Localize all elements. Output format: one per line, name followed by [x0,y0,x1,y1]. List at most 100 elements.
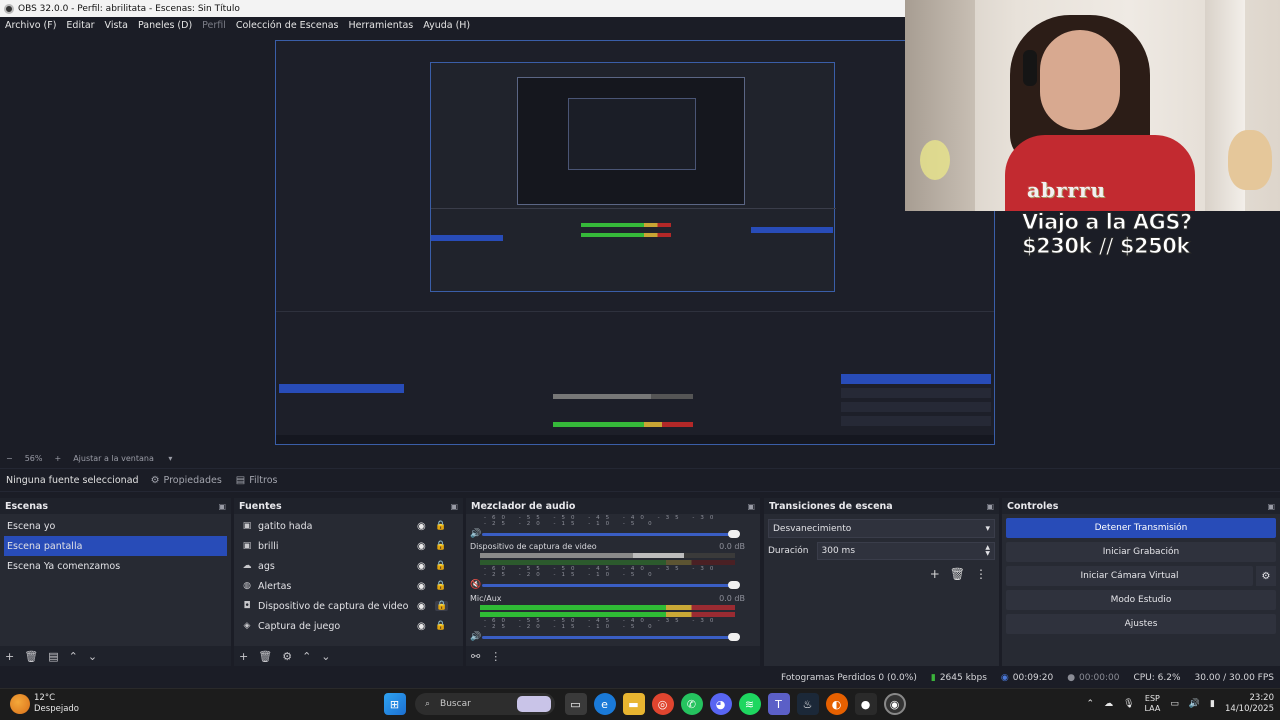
whatsapp-icon[interactable]: ✆ [680,693,703,715]
menu-ayuda[interactable]: Ayuda (H) [423,20,470,31]
speaker-icon[interactable]: 🔊 [470,632,482,642]
battery-icon[interactable]: ▮ [1210,699,1215,709]
filters-button[interactable]: ▤ Filtros [236,475,278,486]
scenes-title: Escenas [5,500,49,512]
firefox-icon[interactable]: ◐ [825,693,848,715]
menu-vista[interactable]: Vista [105,20,128,31]
menu-perfil[interactable]: Perfil [202,20,226,31]
weather-widget[interactable]: 12°C Despejado [10,693,79,715]
steam-icon[interactable]: ♨ [796,693,819,715]
undock-icon[interactable]: ▣ [986,502,994,511]
microphone-icon[interactable]: 🎙 [1123,699,1134,709]
menu-paneles[interactable]: Paneles (D) [138,20,192,31]
chevron-up-icon[interactable]: ⌃ [302,650,311,663]
window-title: OBS 32.0.0 - Perfil: abrilitata - Escena… [18,3,240,14]
undock-icon[interactable]: ▣ [450,502,458,511]
eye-icon[interactable]: ◉ [417,621,426,632]
volume-slider[interactable] [482,580,740,589]
volume-knob[interactable] [728,529,740,538]
scene-item-selected[interactable]: Escena pantalla [4,536,227,556]
duration-spinbox[interactable]: 300 ms ▲ ▼ [816,542,995,560]
lock-icon[interactable]: 🔒 [435,521,446,531]
trash-icon[interactable]: 🗑 [24,650,38,663]
volume-knob[interactable] [728,580,740,589]
spotify-icon[interactable]: ≋ [738,693,761,715]
source-item[interactable]: ◘ Dispositivo de captura de video ◉ 🔒 [234,596,463,616]
discord-icon[interactable]: ◕ [709,693,732,715]
lock-icon[interactable]: 🔒 [435,621,446,631]
chevron-down-icon[interactable]: ⌄ [88,650,97,663]
gear-icon[interactable]: ⚙ [1256,566,1276,586]
more-icon[interactable]: ⋮ [490,650,501,663]
eye-icon[interactable]: ◉ [417,561,426,572]
source-item[interactable]: ◍ Alertas ◉ 🔒 [234,576,463,596]
virtual-camera-button[interactable]: Iniciar Cámara Virtual [1006,566,1253,586]
stop-stream-button[interactable]: Detener Transmisión [1006,518,1276,538]
add-icon[interactable]: + [930,567,940,581]
menu-editar[interactable]: Editar [66,20,94,31]
windows-start-icon[interactable]: ⊞ [383,693,406,715]
volume-slider[interactable] [482,529,740,538]
settings-button[interactable]: Ajustes [1006,614,1276,634]
menu-coleccion-escenas[interactable]: Colección de Escenas [236,20,339,31]
eye-icon[interactable]: ◉ [417,601,426,612]
clock[interactable]: 23:20 14/10/2025 [1225,693,1274,715]
zoom-out-icon[interactable]: − [6,454,13,463]
teams-icon[interactable]: T [767,693,790,715]
taskbar-search[interactable]: ⌕ Buscar [415,693,555,715]
chevron-down-icon[interactable]: ⌄ [321,650,330,663]
start-recording-button[interactable]: Iniciar Grabación [1006,542,1276,562]
trash-icon[interactable]: 🗑 [950,567,965,581]
headset-icon [1023,50,1037,86]
trash-icon[interactable]: 🗑 [258,650,272,663]
edge-icon[interactable]: e [593,693,616,715]
properties-button[interactable]: ⚙ Propiedades [151,475,222,486]
source-item[interactable]: ▣ brilli ◉ 🔒 [234,536,463,556]
eye-icon[interactable]: ◉ [417,581,426,592]
add-icon[interactable]: + [239,650,248,663]
task-view-icon[interactable]: ▭ [564,693,587,715]
monitor-icon[interactable]: ▭ [1170,699,1179,709]
eye-icon[interactable]: ◉ [417,521,426,532]
link-icon[interactable]: ⚯ [471,650,480,663]
fit-window-select[interactable]: Ajustar a la ventana ▾ [73,454,184,463]
source-item[interactable]: ☁ ags ◉ 🔒 [234,556,463,576]
source-item[interactable]: ▣ gatito hada ◉ 🔒 [234,516,463,536]
muted-speaker-icon[interactable]: 🔇 [470,580,482,590]
lock-icon[interactable]: 🔒 [435,561,446,571]
app-icon[interactable]: ● [854,693,877,715]
source-item[interactable]: ◈ Captura de juego ◉ 🔒 [234,616,463,636]
lock-icon[interactable]: 🔒 [435,541,446,551]
overlay-goal-text: Viajo a la AGS? $230k // $250k [1022,210,1193,259]
filter-icon[interactable]: ▤ [48,650,58,663]
volume-icon[interactable]: 🔊 [1189,699,1200,709]
file-explorer-icon[interactable]: ▬ [622,693,645,715]
menu-herramientas[interactable]: Herramientas [349,20,414,31]
studio-mode-button[interactable]: Modo Estudio [1006,590,1276,610]
undock-icon[interactable]: ▣ [747,502,755,511]
scene-item[interactable]: Escena yo [0,516,231,536]
undock-icon[interactable]: ▣ [1267,502,1275,511]
volume-knob[interactable] [728,632,740,641]
cloud-icon[interactable]: ☁ [1104,699,1113,709]
spin-arrows-icon[interactable]: ▲ ▼ [985,545,990,557]
language-indicator[interactable]: ESP LAA [1145,694,1161,714]
lock-icon[interactable]: 🔒 [435,581,446,591]
gear-icon[interactable]: ⚙ [282,650,292,663]
undock-icon[interactable]: ▣ [218,502,226,511]
volume-slider[interactable] [482,632,740,641]
chrome-icon[interactable]: ◎ [651,693,674,715]
zoom-in-icon[interactable]: + [54,454,61,463]
lock-icon[interactable]: 🔒 [435,601,449,611]
chevron-up-icon[interactable]: ⌃ [69,650,78,663]
more-icon[interactable]: ⋮ [975,567,987,581]
obs-icon[interactable]: ◉ [883,693,906,715]
speaker-icon[interactable]: 🔊 [470,529,482,539]
menu-archivo[interactable]: Archivo (F) [5,20,56,31]
eye-icon[interactable]: ◉ [417,541,426,552]
level-meter [480,605,735,610]
add-icon[interactable]: + [5,650,14,663]
scene-item[interactable]: Escena Ya comenzamos [0,556,231,576]
transition-select[interactable]: Desvanecimiento ▾ [768,519,995,538]
chevron-up-icon[interactable]: ⌃ [1087,699,1095,709]
